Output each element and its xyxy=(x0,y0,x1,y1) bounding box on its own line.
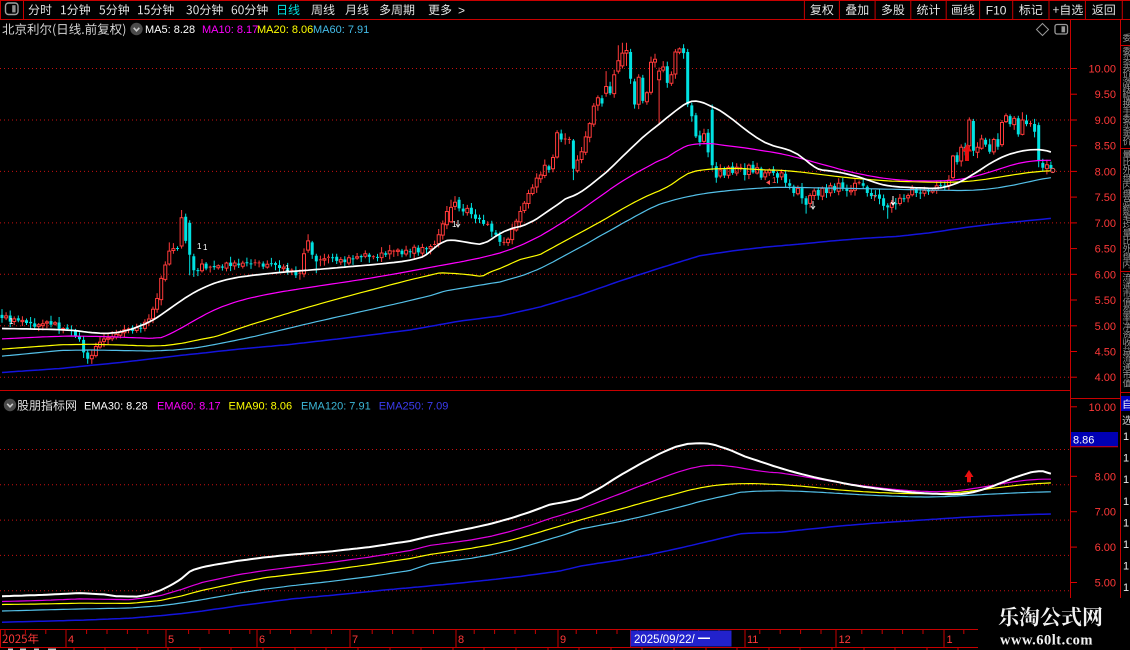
svg-text:EMA250: 7.09: EMA250: 7.09 xyxy=(379,401,449,413)
svg-text:MA5: 8.28: MA5: 8.28 xyxy=(145,24,195,36)
svg-text:4.00: 4.00 xyxy=(1095,372,1116,384)
svg-text:6.00: 6.00 xyxy=(1095,542,1116,554)
svg-text:5.00: 5.00 xyxy=(1095,321,1116,333)
svg-text:1: 1 xyxy=(1123,474,1129,486)
svg-text:6.50: 6.50 xyxy=(1095,244,1116,256)
svg-text:6: 6 xyxy=(259,634,265,646)
svg-text:6.00: 6.00 xyxy=(1095,269,1116,281)
svg-text:1: 1 xyxy=(1123,431,1129,443)
svg-text:7.50: 7.50 xyxy=(1095,192,1116,204)
svg-text:10.00: 10.00 xyxy=(1088,402,1116,414)
svg-text:4.50: 4.50 xyxy=(1095,347,1116,359)
svg-text:>: > xyxy=(458,4,465,18)
svg-text:8.50: 8.50 xyxy=(1095,141,1116,153)
svg-text:1: 1 xyxy=(947,634,953,646)
svg-text:8.00: 8.00 xyxy=(1095,166,1116,178)
svg-text:8: 8 xyxy=(458,634,464,646)
svg-text:EMA120: 7.91: EMA120: 7.91 xyxy=(301,401,371,413)
svg-text:1: 1 xyxy=(1123,582,1129,594)
svg-text:MA20: 8.06: MA20: 8.06 xyxy=(257,24,313,36)
svg-text:1: 1 xyxy=(1123,517,1129,529)
svg-text:7.00: 7.00 xyxy=(1095,218,1116,230)
svg-text:1: 1 xyxy=(1123,539,1129,551)
svg-text:F10: F10 xyxy=(986,4,1007,18)
svg-text:1: 1 xyxy=(285,264,290,273)
svg-text:1: 1 xyxy=(197,242,202,251)
svg-text:8.00: 8.00 xyxy=(1095,471,1116,483)
svg-text:12: 12 xyxy=(839,634,851,646)
svg-text:10.00: 10.00 xyxy=(1088,64,1116,76)
svg-text:EMA30: 8.28: EMA30: 8.28 xyxy=(84,401,148,413)
svg-text:9.00: 9.00 xyxy=(1095,115,1116,127)
svg-text:1: 1 xyxy=(203,243,208,252)
svg-text:2025/09/22/: 2025/09/22/ xyxy=(634,634,696,646)
svg-text:1: 1 xyxy=(1123,496,1129,508)
svg-text:MA10: 8.17: MA10: 8.17 xyxy=(202,24,258,36)
svg-text:5: 5 xyxy=(168,634,174,646)
svg-text:1: 1 xyxy=(9,317,14,326)
svg-text:5.50: 5.50 xyxy=(1095,295,1116,307)
svg-text:7.00: 7.00 xyxy=(1095,507,1116,519)
svg-text:1: 1 xyxy=(1123,453,1129,465)
svg-text:5.00: 5.00 xyxy=(1095,578,1116,590)
svg-text:7: 7 xyxy=(352,634,358,646)
svg-text:11: 11 xyxy=(747,634,758,646)
svg-text:9.50: 9.50 xyxy=(1095,89,1116,101)
svg-text:9: 9 xyxy=(560,634,566,646)
svg-text:www.60lt.com: www.60lt.com xyxy=(1000,633,1093,649)
svg-text:EMA60: 8.17: EMA60: 8.17 xyxy=(157,401,221,413)
svg-text:1: 1 xyxy=(1123,561,1129,573)
svg-text:T: T xyxy=(872,194,877,203)
svg-text:1: 1 xyxy=(772,176,777,185)
svg-text:4: 4 xyxy=(68,634,74,646)
svg-text:EMA90: 8.06: EMA90: 8.06 xyxy=(229,401,293,413)
svg-text:8.86: 8.86 xyxy=(1073,435,1094,447)
svg-text:MA60: 7.91: MA60: 7.91 xyxy=(313,24,369,36)
